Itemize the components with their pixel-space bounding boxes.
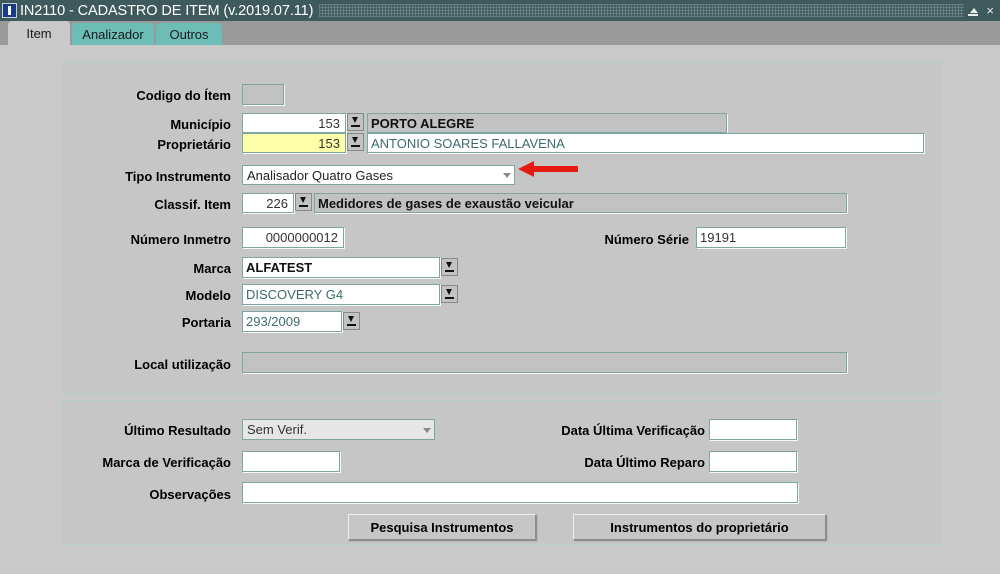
proprietario-label: Proprietário xyxy=(157,137,231,152)
tab-outros[interactable]: Outros xyxy=(156,23,222,45)
observacoes-input[interactable] xyxy=(242,482,798,503)
local-utilizacao-label: Local utilização xyxy=(134,357,231,372)
marca-verificacao-label: Marca de Verificação xyxy=(102,455,231,470)
tipo-instrumento-value: Analisador Quatro Gases xyxy=(247,168,393,183)
item-details-panel: Codigo do Ítem Município 153 PORTO ALEGR… xyxy=(62,61,942,394)
numero-inmetro-label: Número Inmetro xyxy=(130,232,231,247)
title-bar: IN2110 - CADASTRO DE ITEM (v.2019.07.11)… xyxy=(0,0,1000,21)
window-title: IN2110 - CADASTRO DE ITEM (v.2019.07.11) xyxy=(20,2,314,19)
data-ultimo-reparo-input[interactable] xyxy=(709,451,797,472)
chevron-down-icon xyxy=(423,427,431,433)
codigo-item-label: Codigo do Ítem xyxy=(136,88,231,103)
tipo-instrumento-combo[interactable]: Analisador Quatro Gases xyxy=(242,165,515,185)
classif-item-label: Classif. Item xyxy=(154,197,231,212)
observacoes-label: Observações xyxy=(149,487,231,502)
classif-item-lov-icon[interactable] xyxy=(295,193,312,211)
tipo-instrumento-label: Tipo Instrumento xyxy=(125,169,231,184)
tab-strip: Item Analizador Outros xyxy=(0,21,1000,45)
numero-serie-label: Número Série xyxy=(604,232,689,247)
codigo-item-input[interactable] xyxy=(242,84,284,105)
modelo-label: Modelo xyxy=(185,288,232,303)
municipio-lov-icon[interactable] xyxy=(347,113,364,131)
ultimo-resultado-label: Último Resultado xyxy=(124,423,231,438)
application-window: IN2110 - CADASTRO DE ITEM (v.2019.07.11)… xyxy=(0,0,1000,574)
proprietario-code-input[interactable]: 153 xyxy=(242,133,346,153)
municipio-code-input[interactable]: 153 xyxy=(242,113,346,133)
modelo-input[interactable]: DISCOVERY G4 xyxy=(242,284,440,305)
data-ultimo-reparo-label: Data Último Reparo xyxy=(584,455,705,470)
portaria-input[interactable]: 293/2009 xyxy=(242,311,342,332)
form-area: Codigo do Ítem Município 153 PORTO ALEGR… xyxy=(0,45,1000,574)
pesquisa-instrumentos-button[interactable]: Pesquisa Instrumentos xyxy=(348,514,536,540)
app-icon xyxy=(2,3,17,18)
chevron-down-icon xyxy=(503,173,511,178)
classif-item-description: Medidores de gases de exaustão veicular xyxy=(314,193,847,213)
restore-icon[interactable] xyxy=(968,5,979,16)
ultimo-resultado-combo[interactable]: Sem Verif. xyxy=(242,419,435,440)
window-controls: × xyxy=(968,4,994,17)
marca-lov-icon[interactable] xyxy=(441,258,458,276)
proprietario-lov-icon[interactable] xyxy=(347,133,364,151)
tab-analizador[interactable]: Analizador xyxy=(72,23,154,45)
proprietario-description: ANTONIO SOARES FALLAVENA xyxy=(367,133,924,153)
marca-input[interactable]: ALFATEST xyxy=(242,257,440,278)
marca-label: Marca xyxy=(193,261,231,276)
annotation-arrow-icon xyxy=(518,161,578,177)
numero-serie-input[interactable]: 19191 xyxy=(696,227,846,248)
tab-item[interactable]: Item xyxy=(8,21,70,45)
local-utilizacao-input[interactable] xyxy=(242,352,847,373)
municipio-label: Município xyxy=(170,117,231,132)
ultimo-resultado-value: Sem Verif. xyxy=(247,422,307,437)
data-ultima-verificacao-input[interactable] xyxy=(709,419,797,440)
modelo-lov-icon[interactable] xyxy=(441,285,458,303)
classif-item-code-input[interactable]: 226 xyxy=(242,193,294,213)
numero-inmetro-input[interactable]: 0000000012 xyxy=(242,227,344,248)
portaria-label: Portaria xyxy=(181,315,231,330)
close-icon[interactable]: × xyxy=(986,4,994,17)
data-ultima-verificacao-label: Data Última Verificação xyxy=(561,423,705,438)
municipio-description: PORTO ALEGRE xyxy=(367,113,727,133)
marca-verificacao-input[interactable] xyxy=(242,451,340,472)
portaria-lov-icon[interactable] xyxy=(343,312,360,330)
title-bar-hatch-pattern xyxy=(319,4,965,17)
instrumentos-proprietario-button[interactable]: Instrumentos do proprietário xyxy=(573,514,826,540)
